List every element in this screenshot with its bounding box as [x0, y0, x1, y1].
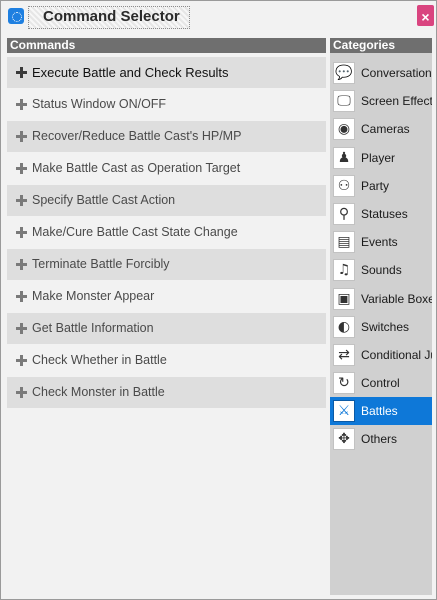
category-item-player[interactable]: ♟ Player [330, 144, 432, 172]
crossed-swords-icon: ⚔ [333, 400, 355, 423]
category-item-conversation[interactable]: 💬 Conversation [330, 59, 432, 87]
category-item-label: Conversation [361, 66, 432, 80]
command-item[interactable]: Check Whether in Battle [7, 345, 326, 376]
category-item-label: Statuses [361, 206, 408, 221]
command-item-label: Check Monster in Battle [32, 385, 165, 399]
plus-icon [16, 259, 27, 270]
command-item-label: Recover/Reduce Battle Cast's HP/MP [32, 129, 242, 143]
switch-icon: ◐ [333, 315, 355, 338]
command-item[interactable]: Specify Battle Cast Action [7, 185, 326, 216]
command-item-label: Execute Battle and Check Results [32, 65, 229, 80]
camera-icon: ◉ [333, 118, 355, 141]
command-item[interactable]: Execute Battle and Check Results [7, 57, 326, 88]
plus-icon [16, 323, 27, 334]
variable-box-icon: ▣ [333, 287, 355, 310]
commands-header: Commands [7, 38, 326, 53]
category-item-events[interactable]: ▤ Events [330, 228, 432, 256]
commands-list: Execute Battle and Check Results Status W… [7, 57, 326, 408]
close-button[interactable]: × [417, 5, 434, 26]
category-item-variable-boxes[interactable]: ▣ Variable Boxes [330, 285, 432, 313]
category-item-label: Events [361, 235, 398, 250]
category-item-label: Others [361, 432, 398, 447]
plus-icon [16, 227, 27, 238]
title-bar[interactable]: Command Selector × [1, 1, 436, 34]
category-item-switches[interactable]: ◐ Switches [330, 313, 432, 341]
command-item-label: Make Monster Appear [32, 289, 155, 303]
category-item-statuses[interactable]: ⚲ Statuses [330, 200, 432, 228]
command-item[interactable]: Get Battle Information [7, 313, 326, 344]
monitor-icon: 🖵 [333, 90, 355, 113]
categories-header: Categories [330, 38, 432, 53]
command-item[interactable]: Make Monster Appear [7, 281, 326, 312]
plus-icon [16, 99, 27, 110]
category-item-party[interactable]: ⚇ Party [330, 172, 432, 200]
category-item-label: Conditional Jumps [361, 347, 432, 362]
command-item-label: Make Battle Cast as Operation Target [32, 161, 241, 175]
category-item-label: Battles [361, 404, 398, 419]
plus-icon [16, 387, 27, 398]
categories-panel: Categories 💬 Conversation 🖵 Screen Effects ◉… [330, 38, 432, 595]
conditional-icon: ⇄ [333, 343, 355, 366]
command-item[interactable]: Terminate Battle Forcibly [7, 249, 326, 280]
status-icon: ⚲ [333, 202, 355, 225]
window-title: Command Selector [43, 8, 180, 25]
command-item[interactable]: Status Window ON/OFF [7, 89, 326, 120]
commands-panel: Commands Execute Battle and Check Result… [7, 38, 326, 594]
plus-icon [16, 67, 27, 78]
command-item-label: Get Battle Information [32, 321, 154, 335]
category-item-label: Cameras [361, 122, 410, 137]
command-item-label: Status Window ON/OFF [32, 97, 167, 111]
command-item[interactable]: Recover/Reduce Battle Cast's HP/MP [7, 121, 326, 152]
category-item-screen-effects[interactable]: 🖵 Screen Effects [330, 87, 432, 115]
music-note-icon: ♫ [333, 259, 355, 282]
command-item-label: Terminate Battle Forcibly [32, 257, 170, 271]
title-frame: Command Selector [28, 6, 190, 29]
category-item-label: Party [361, 178, 390, 193]
category-item-label: Player [361, 150, 396, 165]
speech-bubble-icon: 💬 [333, 62, 355, 84]
command-item-label: Check Whether in Battle [32, 353, 167, 367]
plus-icon [16, 355, 27, 366]
categories-list: 💬 Conversation 🖵 Screen Effects ◉ Cameras ♟ Pla… [330, 59, 432, 454]
category-item-conditional-jumps[interactable]: ⇄ Conditional Jumps [330, 341, 432, 369]
command-item-label: Specify Battle Cast Action [32, 193, 176, 207]
command-item[interactable]: Make/Cure Battle Cast State Change [7, 217, 326, 248]
category-item-control[interactable]: ↻ Control [330, 369, 432, 397]
category-item-label: Control [361, 376, 400, 391]
events-icon: ▤ [333, 231, 355, 254]
command-selector-window: Command Selector × Commands Execute Batt… [0, 0, 437, 600]
command-item-label: Make/Cure Battle Cast State Change [32, 225, 238, 239]
app-icon [8, 8, 24, 24]
category-item-battles[interactable]: ⚔ Battles [330, 397, 432, 426]
category-item-label: Screen Effects [361, 94, 432, 109]
category-item-label: Switches [361, 319, 410, 334]
category-item-label: Sounds [361, 263, 402, 278]
category-item-sounds[interactable]: ♫ Sounds [330, 256, 432, 284]
plus-icon [16, 131, 27, 142]
player-icon: ♟ [333, 146, 355, 169]
plus-icon [16, 163, 27, 174]
command-item[interactable]: Check Monster in Battle [7, 377, 326, 408]
category-item-label: Variable Boxes [361, 291, 432, 306]
category-item-others[interactable]: ✥ Others [330, 425, 432, 453]
party-icon: ⚇ [333, 174, 355, 197]
plus-icon [16, 291, 27, 302]
command-item[interactable]: Make Battle Cast as Operation Target [7, 153, 326, 184]
others-icon: ✥ [333, 428, 355, 451]
category-item-cameras[interactable]: ◉ Cameras [330, 115, 432, 143]
plus-icon [16, 195, 27, 206]
control-icon: ↻ [333, 372, 355, 395]
